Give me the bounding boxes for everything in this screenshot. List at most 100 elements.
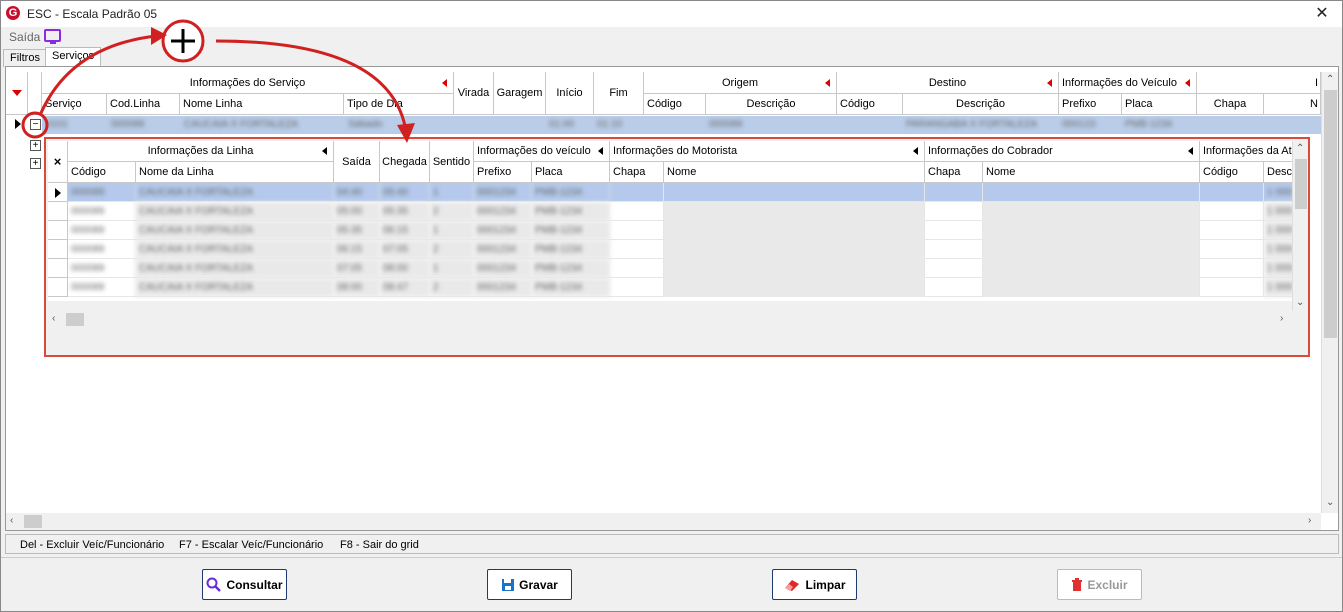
cell-cobrador-nome[interactable] — [983, 221, 1200, 240]
table-row[interactable]: 000089 CAUCAIA X FORTALEZA 06:15 07:05 2 0001… — [68, 240, 1294, 259]
cell-saida[interactable]: 06:15 — [334, 240, 380, 259]
cell-chegada[interactable]: 08:47 — [380, 278, 430, 297]
scroll-left-icon[interactable]: ‹ — [52, 313, 55, 324]
cell-saida[interactable]: 08:00 — [334, 278, 380, 297]
cell-placa[interactable]: PMB-1234 — [532, 221, 610, 240]
cell-atividade-codigo[interactable] — [1200, 278, 1264, 297]
cell-sentido[interactable]: 2 — [430, 240, 474, 259]
cell-chegada[interactable]: 06:15 — [380, 221, 430, 240]
cell-nome[interactable]: CAUCAIA X FORTALEZA — [136, 240, 334, 259]
cell-motorista-nome[interactable] — [664, 202, 925, 221]
cell-motorista-chapa[interactable] — [610, 259, 664, 278]
consultar-button[interactable]: Consultar — [202, 569, 287, 600]
cell-motorista-chapa[interactable] — [610, 221, 664, 240]
cell-nome[interactable]: CAUCAIA X FORTALEZA — [136, 202, 334, 221]
cell-atividade-codigo[interactable] — [1200, 221, 1264, 240]
cell-atividade-codigo[interactable] — [1200, 259, 1264, 278]
table-row[interactable]: 000089 CAUCAIA X FORTALEZA 05:00 05:35 2 0001… — [68, 202, 1294, 221]
table-row[interactable]: 000089 CAUCAIA X FORTALEZA 05:35 06:15 1 0001… — [68, 221, 1294, 240]
cell-saida[interactable]: 07:05 — [334, 259, 380, 278]
row-indicator[interactable] — [48, 240, 68, 259]
cell-placa[interactable]: PMB-1234 — [532, 240, 610, 259]
cell-nome[interactable]: CAUCAIA X FORTALEZA — [136, 221, 334, 240]
scroll-right-icon[interactable]: › — [1280, 313, 1283, 324]
cell-chegada[interactable]: 07:05 — [380, 240, 430, 259]
scroll-down-icon[interactable]: ⌄ — [1326, 497, 1334, 508]
cell-atividade-desc[interactable]: 1 0000 — [1264, 278, 1294, 297]
scroll-down-icon[interactable]: ⌄ — [1296, 297, 1304, 308]
search-icon — [206, 577, 222, 592]
cell-placa[interactable]: PMB-1234 — [532, 259, 610, 278]
row-indicator[interactable] — [48, 259, 68, 278]
cell-sentido[interactable]: 1 — [430, 259, 474, 278]
excluir-button[interactable]: Excluir — [1057, 569, 1142, 600]
cell-cobrador-nome[interactable] — [983, 278, 1200, 297]
scroll-thumb[interactable] — [24, 515, 42, 528]
cell-sentido[interactable]: 1 — [430, 221, 474, 240]
cell-cobrador-chapa[interactable] — [925, 240, 983, 259]
cell-codigo[interactable]: 000089 — [68, 259, 136, 278]
cell-prefixo[interactable]: 0001234 — [474, 259, 532, 278]
table-row[interactable]: 000089 CAUCAIA X FORTALEZA 07:05 08:00 1 0001… — [68, 259, 1294, 278]
row-indicator[interactable] — [48, 221, 68, 240]
cell-motorista-nome[interactable] — [664, 221, 925, 240]
detail-horizontal-scrollbar[interactable]: ‹ › — [48, 311, 1292, 328]
cell-motorista-chapa[interactable] — [610, 278, 664, 297]
gravar-button[interactable]: Gravar — [487, 569, 572, 600]
cell-saida[interactable]: 05:00 — [334, 202, 380, 221]
shortcut-hint-bar: Del - Excluir Veíc/Funcionário F7 - Esca… — [5, 534, 1339, 554]
cell-nome[interactable]: CAUCAIA X FORTALEZA — [136, 278, 334, 297]
cell-cobrador-nome[interactable] — [983, 240, 1200, 259]
cell-atividade-desc[interactable]: 1 0000 — [1264, 240, 1294, 259]
arrow-head-icon — [397, 123, 415, 143]
cell-placa[interactable]: PMB-1234 — [532, 278, 610, 297]
cell-saida[interactable]: 05:35 — [334, 221, 380, 240]
cell-codigo[interactable]: 000089 — [68, 240, 136, 259]
cell-chegada[interactable]: 05:35 — [380, 202, 430, 221]
cell-atividade-codigo[interactable] — [1200, 240, 1264, 259]
annotation-arrow-right — [215, 39, 408, 132]
cell-sentido[interactable]: 2 — [430, 202, 474, 221]
hint-del: Del - Excluir Veíc/Funcionário — [20, 539, 165, 551]
consultar-button-label: Consultar — [226, 577, 283, 592]
scroll-thumb[interactable] — [66, 313, 84, 326]
row-indicator[interactable] — [48, 278, 68, 297]
cell-motorista-chapa[interactable] — [610, 202, 664, 221]
row-indicator[interactable] — [48, 202, 68, 221]
cell-atividade-desc[interactable]: 1 0000 — [1264, 221, 1294, 240]
cell-cobrador-nome[interactable] — [983, 202, 1200, 221]
cell-prefixo[interactable]: 0001234 — [474, 240, 532, 259]
cell-prefixo[interactable]: 0001234 — [474, 278, 532, 297]
cell-cobrador-nome[interactable] — [983, 259, 1200, 278]
cell-atividade-desc[interactable]: 1 0000 — [1264, 202, 1294, 221]
annotation-circle-minus — [21, 111, 49, 139]
cell-cobrador-chapa[interactable] — [925, 221, 983, 240]
cell-codigo[interactable]: 000089 — [68, 221, 136, 240]
scroll-left-icon[interactable]: ‹ — [10, 515, 13, 526]
limpar-button[interactable]: Limpar — [772, 569, 857, 600]
cell-motorista-nome[interactable] — [664, 259, 925, 278]
cell-cobrador-chapa[interactable] — [925, 278, 983, 297]
cell-motorista-nome[interactable] — [664, 240, 925, 259]
cell-nome[interactable]: CAUCAIA X FORTALEZA — [136, 259, 334, 278]
scroll-right-icon[interactable]: › — [1308, 515, 1311, 526]
cell-codigo[interactable]: 000089 — [68, 202, 136, 221]
cell-prefixo[interactable]: 0001234 — [474, 202, 532, 221]
cell-cobrador-chapa[interactable] — [925, 259, 983, 278]
cell-placa[interactable]: PMB-1234 — [532, 202, 610, 221]
cell-motorista-nome[interactable] — [664, 278, 925, 297]
cell-chegada[interactable]: 08:00 — [380, 259, 430, 278]
hint-f7: F7 - Escalar Veíc/Funcionário — [179, 539, 324, 551]
app-window: G ESC - Escala Padrão 05 ✕ Saída Filtros… — [0, 0, 1343, 612]
main-horizontal-scrollbar[interactable]: ‹ › — [6, 513, 1321, 530]
cell-cobrador-chapa[interactable] — [925, 202, 983, 221]
cell-sentido[interactable]: 2 — [430, 278, 474, 297]
cell-atividade-desc[interactable]: 1 0000 — [1264, 259, 1294, 278]
save-icon — [502, 578, 515, 591]
divider — [1, 557, 1342, 558]
cell-motorista-chapa[interactable] — [610, 240, 664, 259]
table-row[interactable]: 000089 CAUCAIA X FORTALEZA 08:00 08:47 2 0001… — [68, 278, 1294, 297]
cell-prefixo[interactable]: 0001234 — [474, 221, 532, 240]
cell-atividade-codigo[interactable] — [1200, 202, 1264, 221]
cell-codigo[interactable]: 000089 — [68, 278, 136, 297]
